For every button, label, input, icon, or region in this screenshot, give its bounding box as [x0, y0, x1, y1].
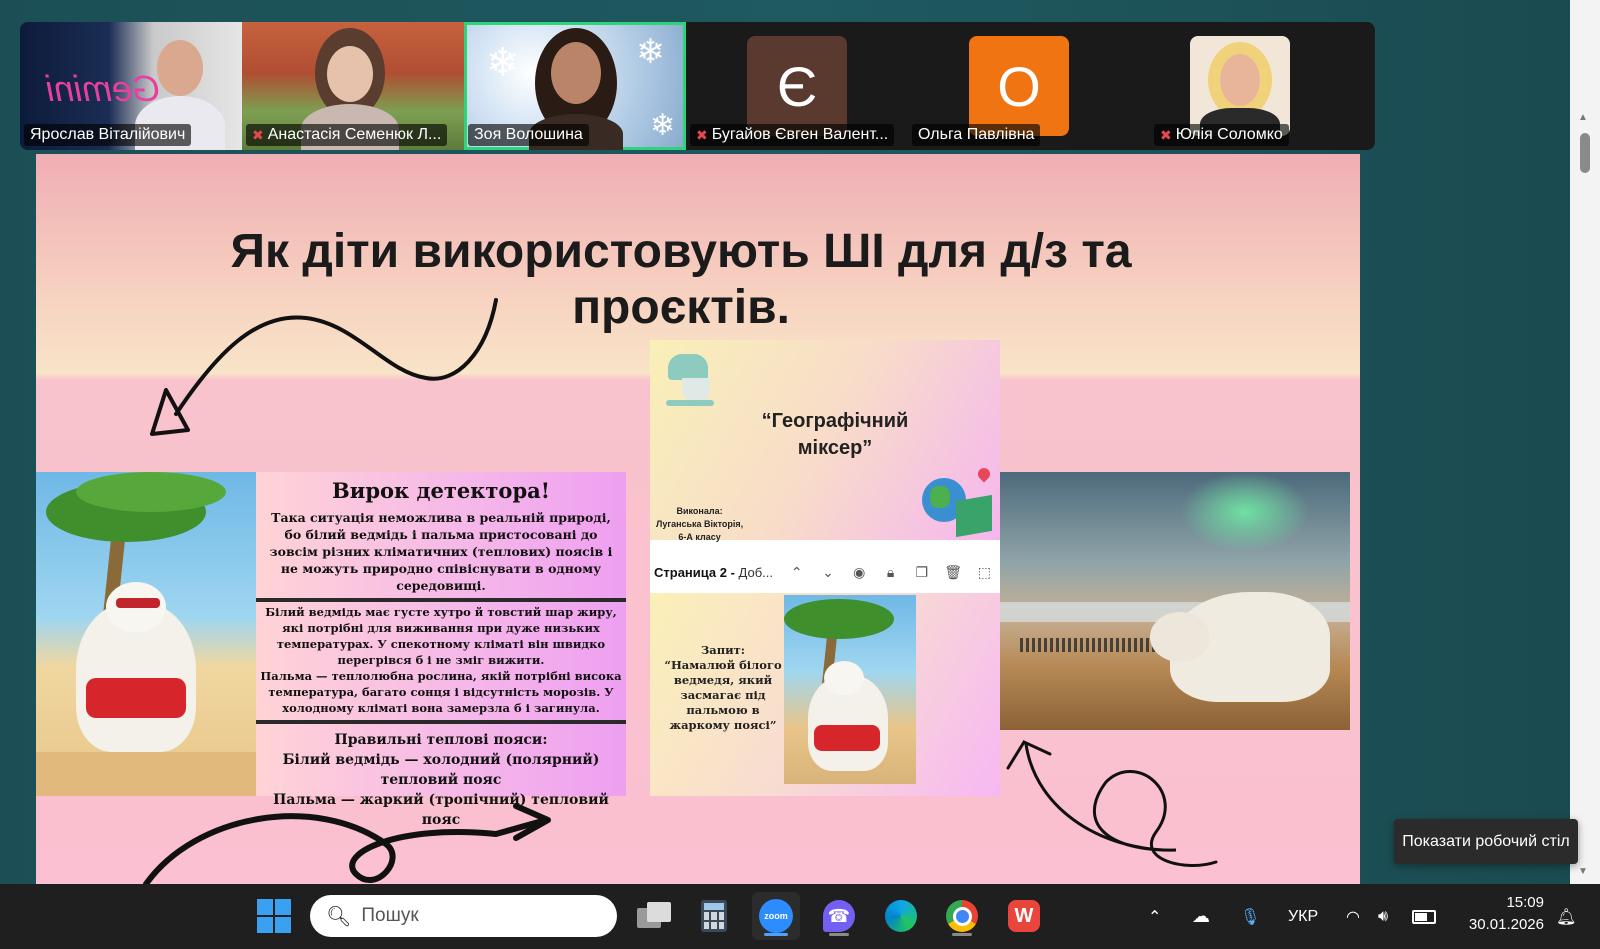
curved-arrow-icon	[150, 298, 498, 436]
search-icon: 🔍︎	[326, 905, 352, 928]
snowflake-icon: ❄	[650, 109, 676, 142]
geography-mixer-card: “Географічний міксер” Виконала: Луганськ…	[650, 340, 1000, 796]
calculator-button[interactable]	[690, 892, 738, 940]
project-title: “Географічний міксер”	[761, 410, 909, 459]
page-toolbar: Страница 2 - Доб... ⌃ ⌄ ◉ 🔒︎ ❐ 🗑︎ ⬚	[650, 554, 1000, 590]
chrome-icon	[946, 900, 978, 932]
bear-palm-thumbnail	[784, 595, 916, 784]
participant-tile[interactable]: Gemini Ярослав Віталійович	[20, 22, 242, 150]
search-placeholder: Пошук	[361, 905, 419, 926]
wifi-icon: ◠	[1346, 908, 1360, 926]
snowflake-icon: ❄	[636, 33, 665, 71]
onedrive-status[interactable]: ☁	[1192, 884, 1210, 949]
mic-muted-icon: ✖	[252, 127, 264, 143]
wifi-status[interactable]: ◠	[1346, 884, 1360, 949]
divider	[256, 720, 626, 724]
chrome-button[interactable]	[938, 892, 986, 940]
participant-tile[interactable]: ✖ Анастасія Семенюк Л...	[242, 22, 464, 150]
viber-button[interactable]: ☎	[815, 892, 863, 940]
zone-line: Пальма — жаркий (тропічний) тепловий поя…	[273, 792, 609, 828]
clock-date: 30.01.2026	[1468, 916, 1544, 933]
running-indicator	[829, 933, 849, 936]
verdict-paragraph: Білий ведмідь має густе хутро й товстий …	[265, 605, 617, 667]
author-info: Виконала: Луганська Вікторія, 6-А класу	[656, 506, 744, 542]
scroll-thumb[interactable]	[1580, 133, 1590, 173]
mic-muted-icon: ✖	[696, 127, 708, 143]
edge-button[interactable]	[877, 892, 925, 940]
clock[interactable]: 15:09 30.01.2026	[1454, 892, 1544, 936]
taskbar: 🔍︎ Пошук zoom ☎ W ⌃ ☁ 🎙︎ УКР ◠ 🔊︎ 15:09 …	[0, 884, 1600, 949]
avatar: О	[969, 36, 1069, 136]
chevron-down-icon[interactable]: ⌄	[812, 564, 843, 581]
participant-tile[interactable]: О Ольга Павлівна	[908, 22, 1130, 150]
zone-line: Білий ведмідь — холодний (полярний) тепл…	[282, 752, 600, 788]
show-desktop-tooltip: Показати робочий стіл	[1394, 819, 1578, 864]
language-indicator[interactable]: УКР	[1288, 884, 1318, 949]
participant-name: ✖ Бугайов Євген Валент...	[690, 124, 895, 146]
chevron-up-icon: ⌃	[1148, 908, 1162, 926]
verdict-paragraph: Така ситуація неможлива в реальній приро…	[269, 510, 613, 593]
chevron-up-icon[interactable]: ⌃	[781, 564, 812, 581]
add-page-icon[interactable]: ⬚	[969, 564, 1000, 581]
edge-icon	[885, 900, 917, 932]
trash-icon[interactable]: 🗑︎	[937, 564, 968, 581]
battery-status[interactable]	[1412, 884, 1436, 949]
zoom-icon: zoom	[759, 899, 793, 933]
curly-arrow-icon	[1006, 740, 1218, 867]
battery-icon	[1412, 909, 1436, 924]
participant-name: Ольга Павлівна	[912, 124, 1041, 146]
mixer-icon	[660, 348, 714, 406]
volume-icon: 🔊︎	[1378, 907, 1389, 925]
zoom-button[interactable]: zoom	[752, 892, 800, 940]
active-indicator	[764, 933, 788, 936]
scroll-down-icon[interactable]: ▼	[1578, 866, 1588, 877]
scroll-up-icon[interactable]: ▲	[1578, 112, 1588, 123]
show-hidden-icons-button[interactable]: ⌃	[1148, 884, 1161, 949]
prompt-text: Запит: “Намалюй білого ведмедя, який зас…	[664, 643, 782, 732]
avatar: Є	[747, 36, 847, 136]
wps-office-button[interactable]: W	[1000, 892, 1048, 940]
participant-name: Ярослав Віталійович	[24, 124, 192, 146]
snowflake-icon: ❄	[486, 41, 520, 85]
page-label: Страница 2 - Доб...	[654, 564, 774, 580]
verdict-paragraph: Пальма — теплолюбна рослина, якій потріб…	[260, 669, 622, 715]
participant-name: ✖ Анастасія Семенюк Л...	[246, 124, 448, 146]
mic-muted-icon: ✖	[1160, 127, 1172, 143]
bear-palm-image	[36, 472, 256, 796]
participant-name: Зоя Волошина	[468, 124, 589, 146]
volume-status[interactable]: 🔊︎	[1378, 884, 1388, 949]
task-view-button[interactable]	[630, 892, 678, 940]
duplicate-icon[interactable]: ❐	[906, 564, 937, 581]
avatar	[1190, 36, 1290, 136]
start-button[interactable]	[250, 892, 298, 940]
clock-time: 15:09	[1506, 894, 1544, 911]
calculator-icon	[701, 900, 727, 932]
hide-icon[interactable]: ◉	[844, 564, 875, 581]
notifications-button[interactable]: 🔔︎	[1556, 884, 1576, 949]
lock-icon[interactable]: 🔒︎	[875, 564, 906, 581]
detector-verdict-card: Вирок детектора! Така ситуація неможлива…	[36, 472, 626, 828]
verdict-heading: Вирок детектора!	[332, 478, 550, 503]
task-view-icon	[637, 902, 671, 930]
running-indicator	[952, 933, 972, 936]
polar-bear-desert-image	[1000, 472, 1350, 730]
participant-tile-active[interactable]: ❄ ❄ ❄ Зоя Волошина	[464, 22, 686, 150]
participant-tile[interactable]: ✖ Юлія Соломко	[1130, 22, 1352, 150]
globe-icon	[912, 465, 993, 538]
shared-slide: Як діти використовують ШІ для д/з та про…	[36, 154, 1360, 884]
bell-icon: 🔔︎	[1556, 908, 1577, 926]
viber-icon: ☎	[823, 900, 855, 932]
microphone-status[interactable]: 🎙︎	[1240, 884, 1260, 949]
cloud-off-icon: ☁	[1192, 906, 1210, 926]
windows-icon	[257, 899, 291, 933]
wps-icon: W	[1008, 900, 1040, 932]
taskbar-search[interactable]: 🔍︎ Пошук	[310, 895, 617, 937]
zones-heading: Правильні теплові пояси:	[334, 732, 548, 748]
divider	[256, 598, 626, 602]
microphone-icon: 🎙︎	[1240, 908, 1261, 926]
participant-name: ✖ Юлія Соломко	[1154, 124, 1289, 146]
vertical-scrollbar[interactable]: ▲ ▼	[1570, 0, 1600, 884]
participant-strip: Gemini Ярослав Віталійович ✖ Анастасія С…	[20, 22, 1375, 150]
participant-tile[interactable]: Є ✖ Бугайов Євген Валент...	[686, 22, 908, 150]
